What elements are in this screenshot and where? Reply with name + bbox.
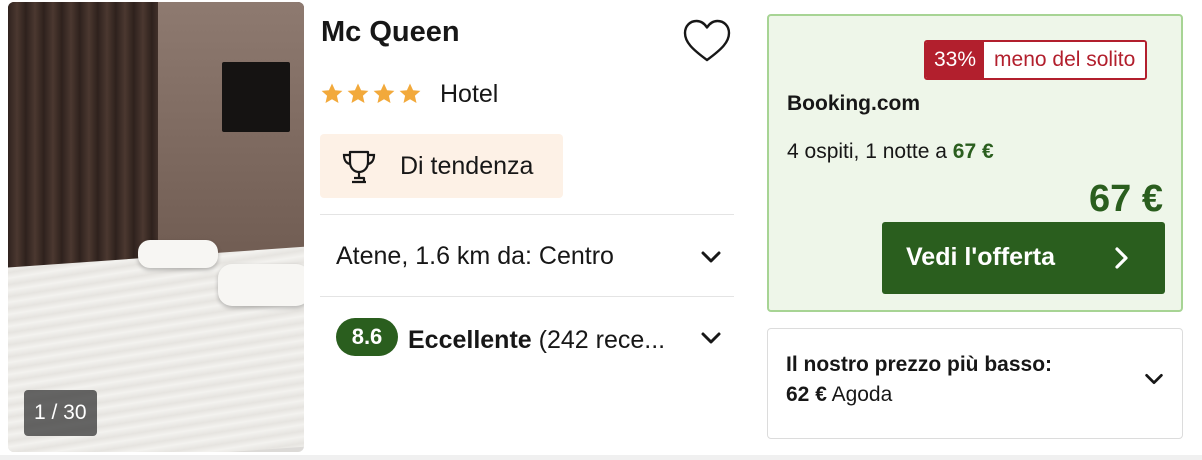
trend-label: Di tendenza [400, 152, 534, 180]
discount-badge: 33% meno del solito [924, 40, 1148, 80]
divider [320, 214, 734, 215]
view-offer-button[interactable]: Vedi l'offerta [882, 222, 1165, 294]
photo-towel [218, 264, 304, 306]
review-count: (242 rece... [538, 326, 666, 354]
bottom-border [0, 455, 1202, 460]
guests-info: 4 ospiti, 1 notte a 67 € [787, 140, 994, 164]
view-offer-label: Vedi l'offerta [906, 243, 1056, 271]
divider [320, 296, 734, 297]
lowest-price-provider: Agoda [831, 383, 893, 406]
offer-box[interactable]: 33% meno del solito Booking.com 4 ospiti… [767, 14, 1183, 312]
photo-tv [222, 62, 290, 132]
trophy-icon [342, 150, 376, 184]
offer-price: 67 € [1089, 178, 1163, 220]
photo-counter: 1 / 30 [24, 390, 97, 436]
rating-label: Eccellente [408, 326, 532, 354]
rating-text: Eccellente (242 rece... [408, 326, 665, 355]
heart-icon[interactable] [682, 18, 732, 66]
location-text: Atene, 1.6 km da: Centro [336, 242, 614, 270]
lowest-price-value: 62 € [786, 383, 827, 406]
hotel-photo[interactable]: 1 / 30 [8, 2, 304, 452]
chevron-down-icon [701, 251, 721, 263]
hotel-card: 1 / 30 Mc Queen Hotel Di tendenza Atene,… [0, 0, 1202, 460]
chevron-right-icon [1115, 247, 1128, 269]
hotel-type: Hotel [440, 80, 499, 108]
lowest-price-label: Il nostro prezzo più basso: [786, 353, 1053, 376]
star-icon [373, 83, 395, 103]
lowest-price-line: 62 € Agoda [786, 383, 892, 407]
chevron-down-icon [701, 332, 721, 344]
rating-row[interactable]: 8.6 Eccellente (242 rece... [320, 298, 734, 378]
offer-provider: Booking.com [787, 92, 921, 115]
photo-curtain [8, 2, 168, 272]
star-icon [347, 83, 369, 103]
photo-towel [138, 240, 218, 268]
star-icon [321, 83, 343, 103]
trend-badge: Di tendenza [320, 134, 563, 198]
star-rating [320, 82, 422, 110]
guests-text: 4 ospiti, 1 notte a [787, 140, 953, 163]
discount-percent: 33% [926, 42, 985, 78]
chevron-down-icon [1145, 373, 1163, 385]
guests-price: 67 € [952, 140, 994, 163]
discount-text: meno del solito [984, 42, 1146, 78]
lowest-price-box[interactable]: Il nostro prezzo più basso: 62 € Agoda [767, 328, 1183, 439]
rating-score: 8.6 [336, 318, 398, 356]
star-icon [399, 83, 421, 103]
hotel-title[interactable]: Mc Queen [321, 16, 460, 49]
location-row[interactable]: Atene, 1.6 km da: Centro [320, 216, 734, 296]
